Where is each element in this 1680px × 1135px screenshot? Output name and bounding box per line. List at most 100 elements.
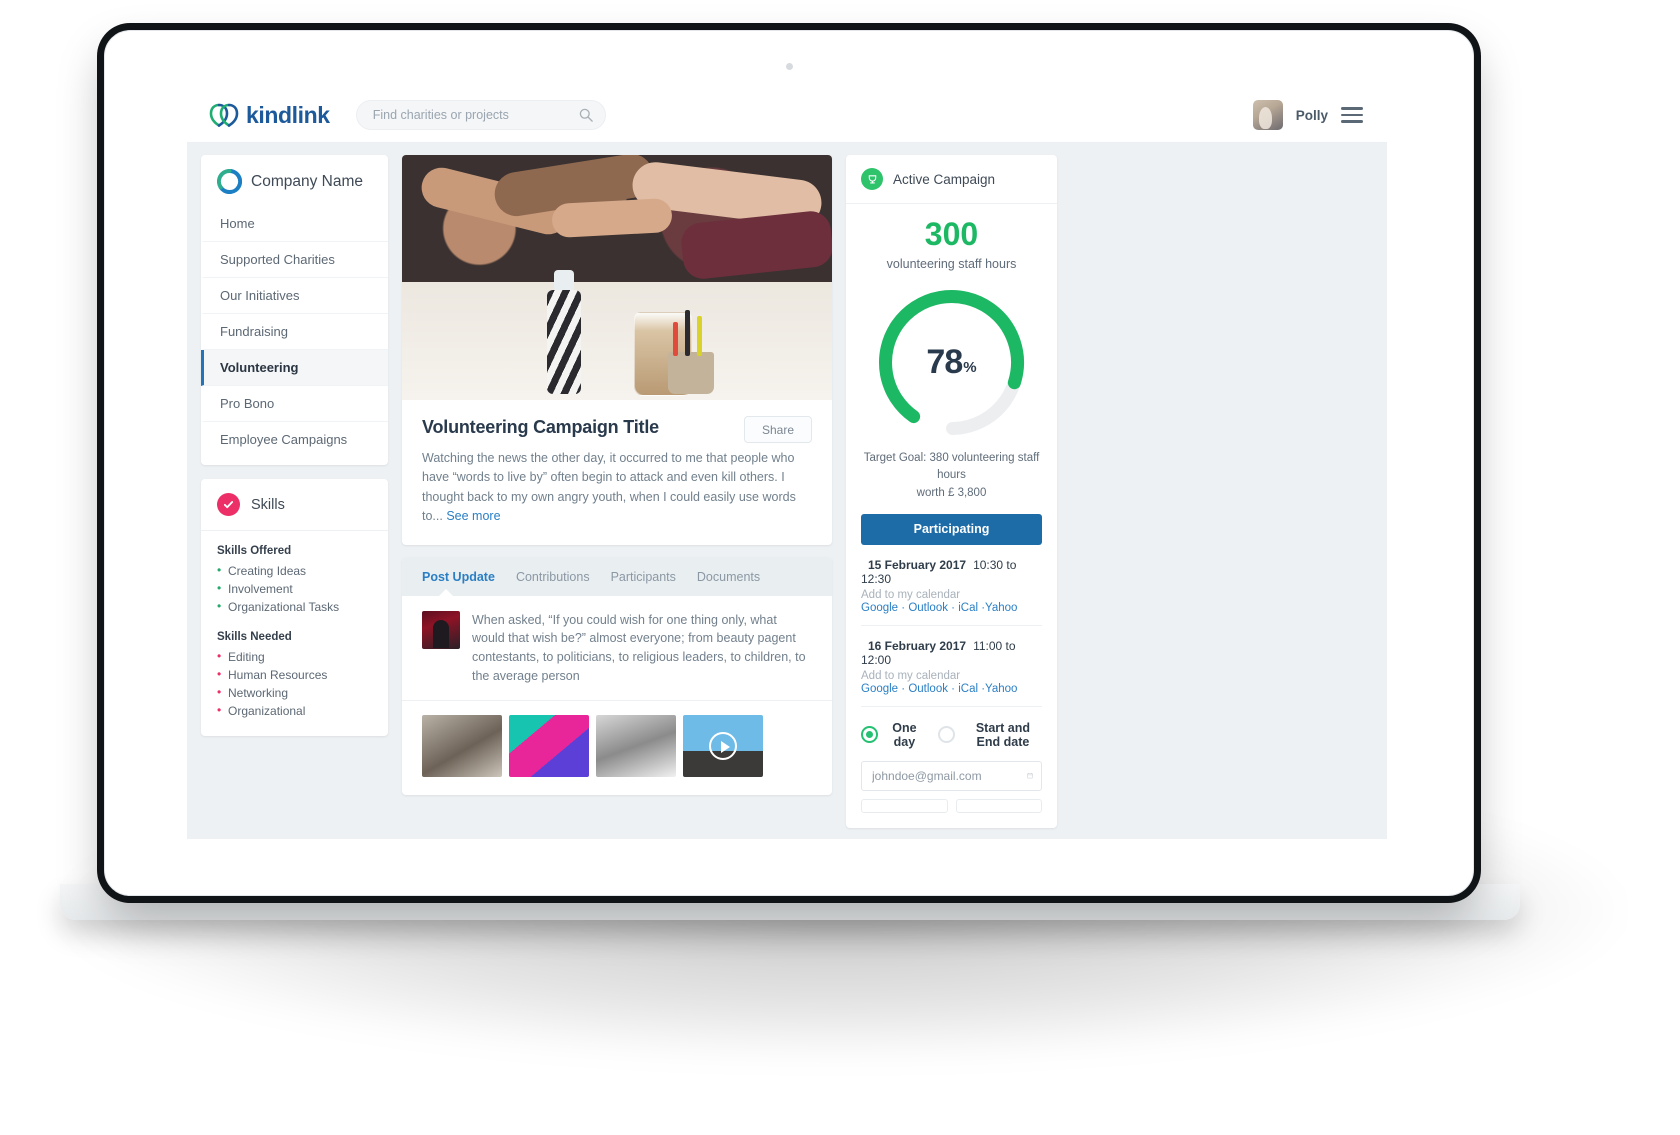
list-item: Involvement xyxy=(217,580,372,598)
see-more-link[interactable]: See more xyxy=(446,509,500,523)
tab-participants[interactable]: Participants xyxy=(611,570,676,584)
add-to-calendar-label: Add to my calendar xyxy=(861,588,961,601)
sidebar-item-volunteering[interactable]: Volunteering xyxy=(201,350,388,386)
sidebar-item-our-initiatives[interactable]: Our Initiatives xyxy=(201,278,388,314)
calendar-icon[interactable] xyxy=(1027,769,1033,782)
calendar-link-ical[interactable]: iCal xyxy=(958,602,978,614)
progress-gauge: 78 % xyxy=(874,285,1029,440)
tab-contributions[interactable]: Contributions xyxy=(516,570,590,584)
company-name: Company Name xyxy=(251,172,363,190)
play-icon[interactable] xyxy=(709,731,737,760)
share-button[interactable]: Share xyxy=(744,416,812,443)
calendar-link-google[interactable]: Google xyxy=(861,602,898,614)
search-input[interactable] xyxy=(372,108,579,122)
webcam-icon xyxy=(785,63,793,70)
skills-card: Skills Skills Offered Creating Ideas Inv… xyxy=(201,479,388,736)
calendar-link-yahoo[interactable]: Yahoo xyxy=(985,602,1017,614)
skills-offered-heading: Skills Offered xyxy=(217,545,292,557)
media-thumbnail-4[interactable] xyxy=(683,714,763,777)
avatar[interactable] xyxy=(1252,100,1283,130)
sidebar-item-fundraising[interactable]: Fundraising xyxy=(201,314,388,350)
skills-offered-list: Creating Ideas Involvement Organizationa… xyxy=(217,562,372,616)
list-item: Creating Ideas xyxy=(217,562,372,580)
brand-logo[interactable]: kindlink xyxy=(209,102,330,129)
left-sidebar: Company Name Home Supported Charities Ou… xyxy=(201,155,388,839)
main-column: Share Volunteering Campaign Title Watchi… xyxy=(402,155,832,839)
sidebar-item-employee-campaigns[interactable]: Employee Campaigns xyxy=(201,422,388,457)
schedule-date: 16 February 2017 11:00 to 12:00 xyxy=(861,639,1042,667)
skills-title: Skills xyxy=(251,496,285,513)
check-circle-icon xyxy=(217,493,240,516)
post-tabs-card: Post Update Contributions Participants D… xyxy=(402,556,832,795)
date-mode-radio-group: One day Start and End date xyxy=(861,705,1042,761)
email-field[interactable] xyxy=(861,760,1042,791)
schedule-date: 15 February 2017 10:30 to 12:30 xyxy=(861,558,1042,586)
media-gallery xyxy=(402,701,832,795)
target-goal-line-2: worth £ 3,800 xyxy=(916,486,987,499)
active-campaign-body: 300 volunteering staff hours 78 % Target… xyxy=(846,204,1057,828)
active-campaign-title: Active Campaign xyxy=(893,171,996,187)
skills-body: Skills Offered Creating Ideas Involvemen… xyxy=(201,531,388,736)
user-name[interactable]: Polly xyxy=(1296,108,1328,123)
schedule-date-text: 15 February 2017 xyxy=(868,557,967,572)
company-nav-card: Company Name Home Supported Charities Ou… xyxy=(201,155,388,465)
calendar-links: Google · Outlook · iCal ·Yahoo xyxy=(861,682,1018,695)
browser-screen: kindlink Polly xyxy=(187,88,1387,839)
form-stub-right xyxy=(955,798,1042,813)
radio-date-range[interactable] xyxy=(937,726,955,744)
calendar-link-outlook[interactable]: Outlook xyxy=(908,602,948,614)
progress-unit: % xyxy=(963,358,977,376)
tab-bar: Post Update Contributions Participants D… xyxy=(402,556,832,597)
post-description: Watching the news the other day, it occu… xyxy=(422,449,812,527)
email-input[interactable] xyxy=(872,768,1027,783)
participating-button[interactable]: Participating xyxy=(861,513,1042,545)
form-stub-left xyxy=(861,798,948,813)
list-item: When asked, “If you could wish for one t… xyxy=(402,596,832,701)
media-thumbnail-2[interactable] xyxy=(509,714,589,777)
radio-one-day-label[interactable]: One day xyxy=(887,721,922,749)
sidebar-item-pro-bono[interactable]: Pro Bono xyxy=(201,386,388,422)
calendar-link-yahoo[interactable]: Yahoo xyxy=(985,683,1017,695)
skills-header: Skills xyxy=(201,479,388,531)
hamburger-menu-icon[interactable] xyxy=(1341,107,1363,123)
company-header[interactable]: Company Name xyxy=(201,155,388,206)
calendar-links: Google · Outlook · iCal ·Yahoo xyxy=(861,601,1018,614)
list-item: Human Resources xyxy=(217,666,372,684)
sidebar-nav: Home Supported Charities Our Initiatives… xyxy=(201,206,388,465)
post-author-thumbnail[interactable] xyxy=(422,610,460,649)
schedule-entry-2: 16 February 2017 11:00 to 12:00 Add to my… xyxy=(861,624,1042,695)
skills-needed-list: Editing Human Resources Networking Organ… xyxy=(217,648,372,720)
calendar-link-google[interactable]: Google xyxy=(861,683,898,695)
radio-date-range-label[interactable]: Start and End date xyxy=(964,721,1042,749)
calendar-link-ical[interactable]: iCal xyxy=(958,683,978,695)
brand-name: kindlink xyxy=(246,101,330,128)
post-body: Share Volunteering Campaign Title Watchi… xyxy=(402,400,832,545)
tab-documents[interactable]: Documents xyxy=(697,570,760,584)
calendar-link-outlook[interactable]: Outlook xyxy=(908,683,948,695)
search-icon[interactable] xyxy=(579,108,593,122)
progress-value: 78 xyxy=(926,343,963,381)
tab-post-update[interactable]: Post Update xyxy=(422,570,495,584)
active-campaign-card: Active Campaign 300 volunteering staff h… xyxy=(846,155,1057,828)
campaign-trophy-icon xyxy=(861,168,883,190)
company-logo-icon xyxy=(217,169,242,194)
hours-value: 300 xyxy=(924,216,979,252)
right-panel: Active Campaign 300 volunteering staff h… xyxy=(846,155,1057,839)
search-box[interactable] xyxy=(355,100,606,130)
schedule-date-text: 16 February 2017 xyxy=(868,638,967,653)
list-item: Organizational xyxy=(217,702,372,720)
schedule-entry-1: 15 February 2017 10:30 to 12:30 Add to my… xyxy=(861,545,1042,614)
campaign-hero-image xyxy=(402,155,832,400)
active-tab-caret-icon xyxy=(438,588,454,597)
list-item: Organizational Tasks xyxy=(217,598,372,616)
radio-one-day[interactable] xyxy=(861,726,878,744)
media-thumbnail-1[interactable] xyxy=(422,714,502,777)
list-item: Editing xyxy=(217,648,372,666)
top-navbar: kindlink Polly xyxy=(187,88,1387,143)
skills-needed-heading: Skills Needed xyxy=(217,631,292,643)
screenshot-stage: kindlink Polly xyxy=(0,0,1680,1135)
media-thumbnail-3[interactable] xyxy=(596,714,676,777)
sidebar-item-home[interactable]: Home xyxy=(201,206,388,242)
kindlink-logo-icon xyxy=(209,103,239,127)
sidebar-item-supported-charities[interactable]: Supported Charities xyxy=(201,242,388,278)
